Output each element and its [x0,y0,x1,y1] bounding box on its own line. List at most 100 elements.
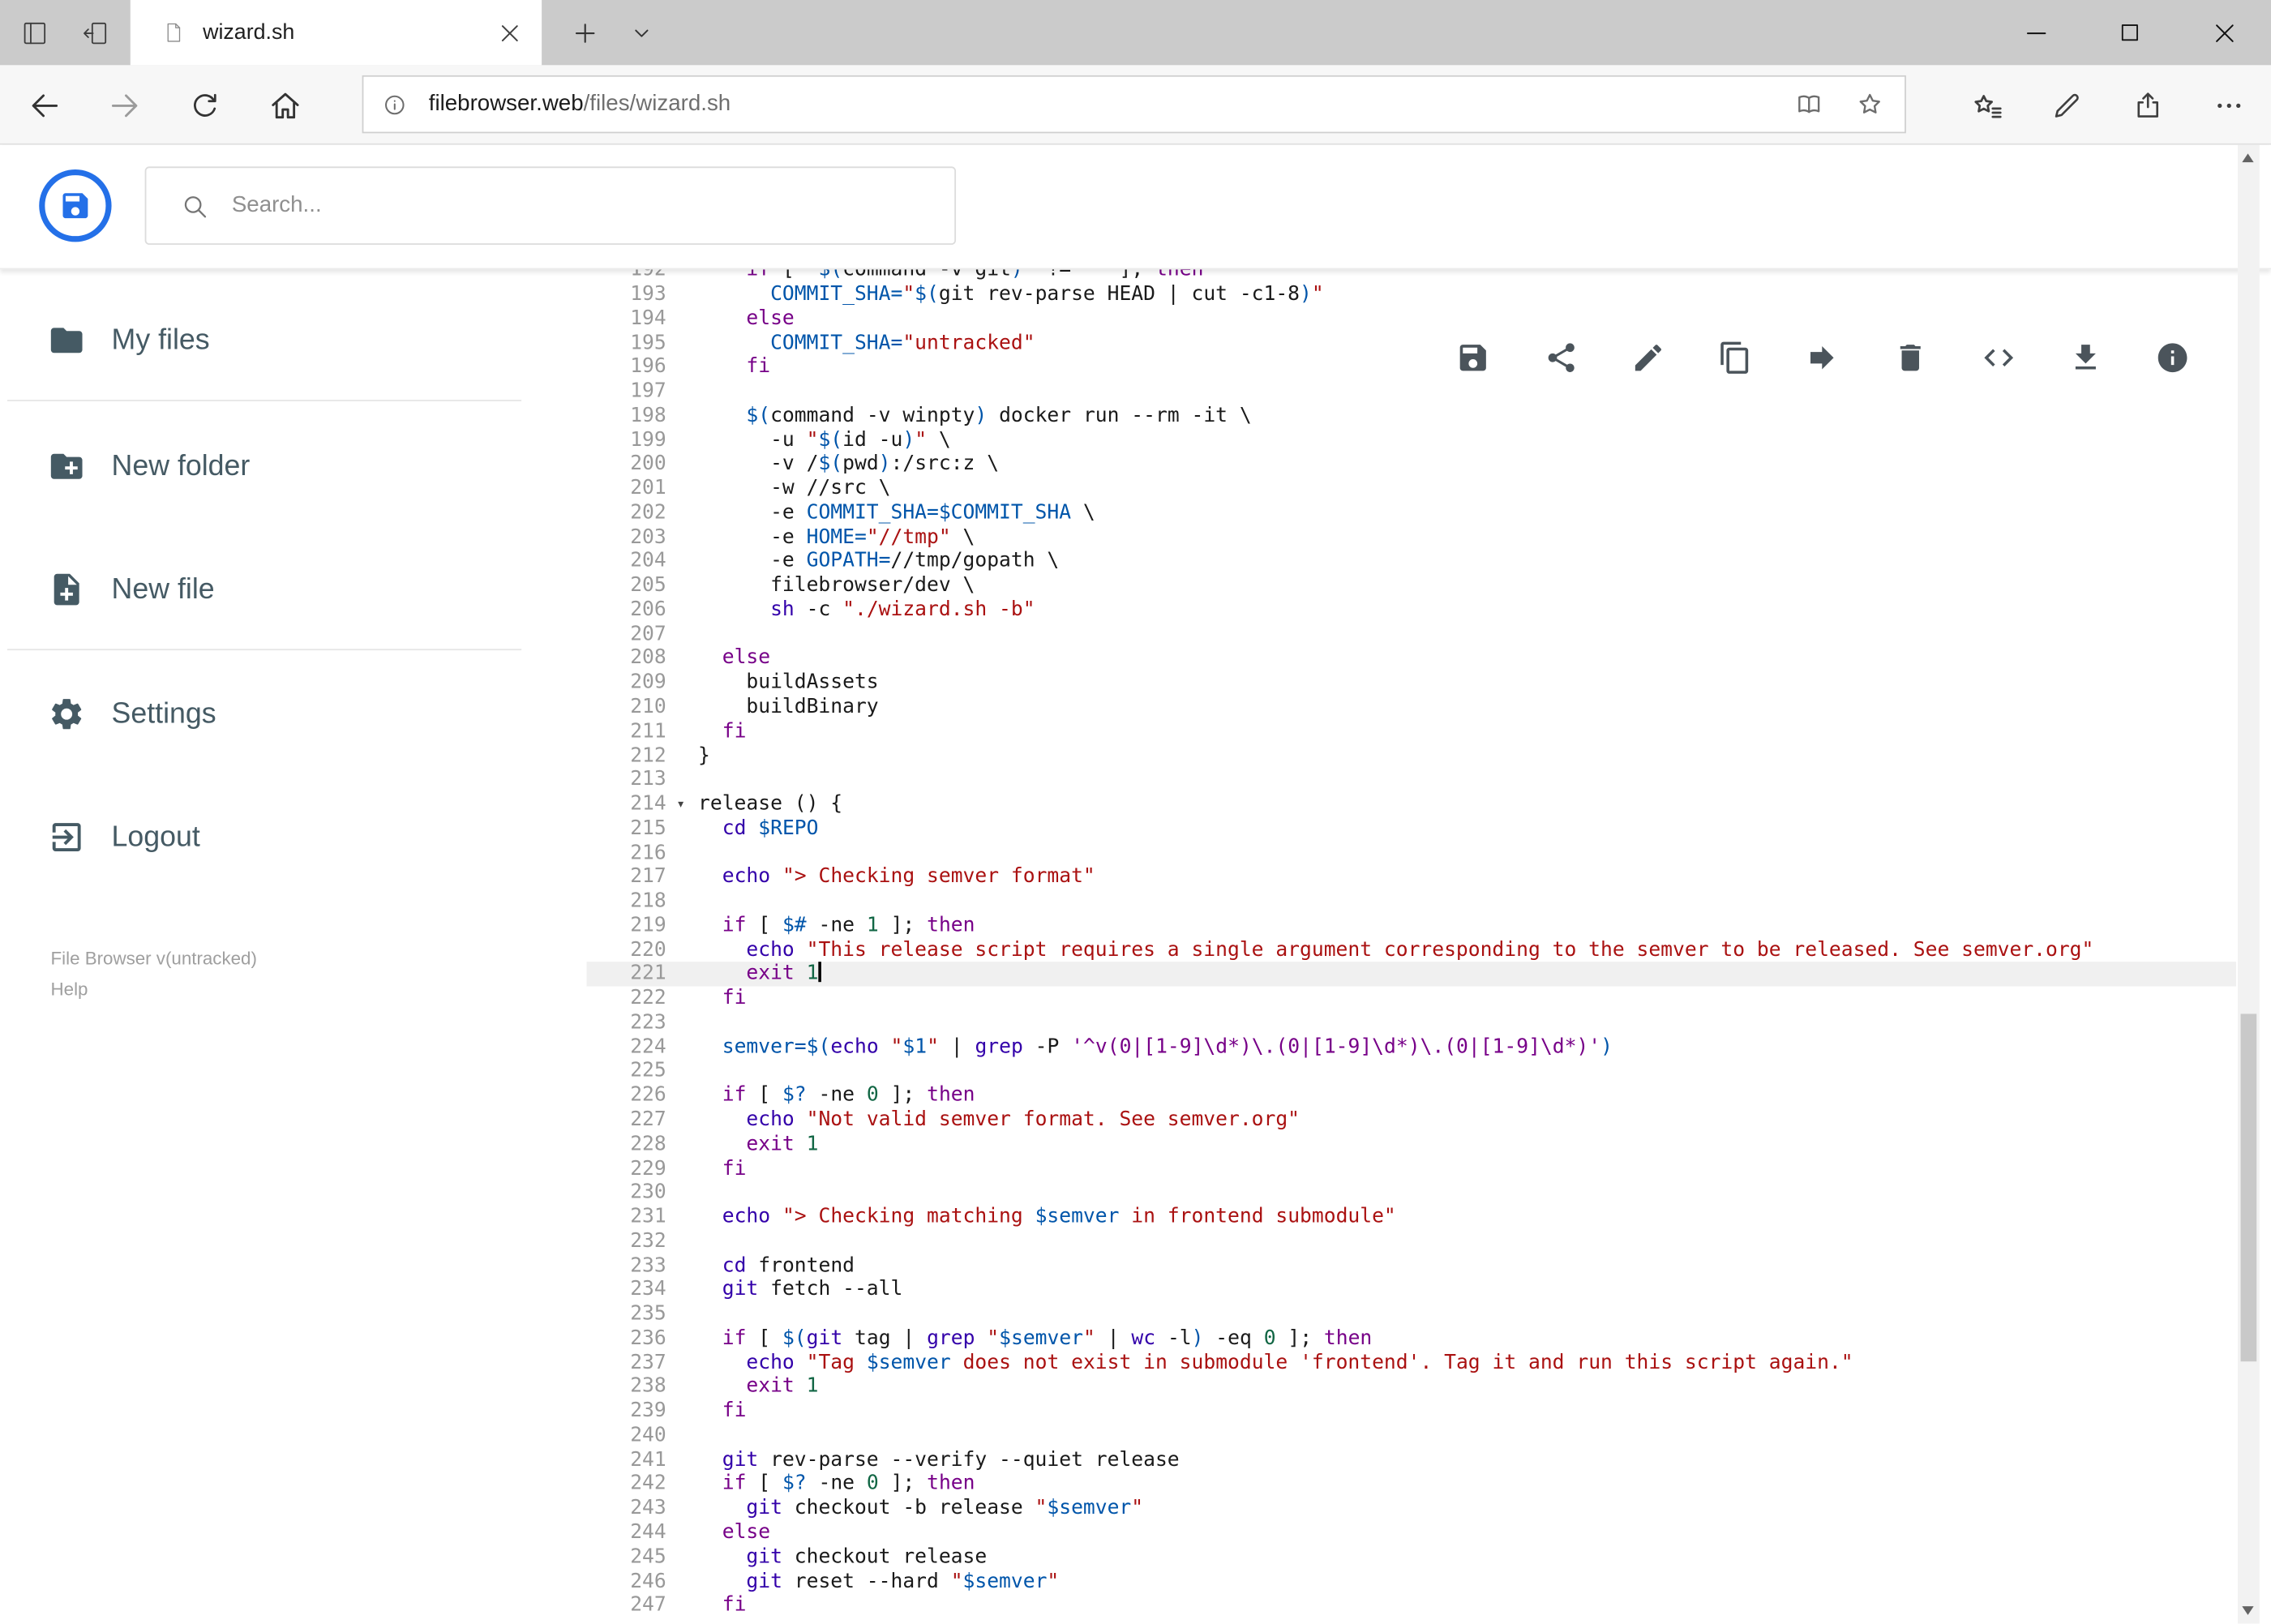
code-line[interactable]: 243 git checkout -b release "$semver" [586,1497,2236,1521]
address-bar[interactable]: filebrowser.web/files/wizard.sh [362,75,1906,134]
code-line[interactable]: 211 fi [586,719,2236,743]
home-button[interactable] [264,87,307,124]
code-text[interactable]: -e COMMIT_SHA=$COMMIT_SHA \ [681,501,2237,525]
code-line[interactable]: 215 cd $REPO [586,816,2236,841]
code-text[interactable]: if [ $? -ne 0 ]; then [681,1084,2237,1108]
code-line[interactable]: 224 semver=$(echo "$1" | grep -P '^v(0|[… [586,1035,2236,1060]
code-line[interactable]: 233 cd frontend [586,1253,2236,1278]
sidebar-item-new-folder[interactable]: New folder [0,440,586,492]
forward-button[interactable] [103,87,147,124]
code-text[interactable]: echo "This release script requires a sin… [681,938,2237,962]
code-line[interactable]: 231 echo "> Checking matching $semver in… [586,1205,2236,1229]
code-text[interactable] [681,1011,2237,1035]
code-line[interactable]: 247 fi [586,1594,2236,1618]
code-line[interactable]: 223 [586,1011,2236,1035]
share-button[interactable] [2127,87,2168,124]
sidebar-item-new-file[interactable]: New file [0,563,586,615]
raw-code-button[interactable] [1970,329,2028,387]
hub-favorites-button[interactable] [1967,87,2007,124]
code-text[interactable]: -w //src \ [681,477,2237,501]
page-scrollbar[interactable] [2237,144,2260,1624]
code-text[interactable]: else [681,1521,2237,1545]
code-text[interactable]: echo "Not valid semver format. See semve… [681,1108,2237,1133]
code-text[interactable]: -v /$(pwd):/src:z \ [681,452,2237,477]
search-box[interactable] [144,166,957,245]
code-line[interactable]: 218 [586,889,2236,914]
help-link[interactable]: Help [51,979,88,1000]
code-line[interactable]: 210 buildBinary [586,695,2236,719]
code-line[interactable]: 202 -e COMMIT_SHA=$COMMIT_SHA \ [586,501,2236,525]
code-line[interactable]: 203 -e HOME="//tmp" \ [586,525,2236,550]
share-file-button[interactable] [1532,329,1590,387]
code-text[interactable] [681,889,2237,914]
code-line[interactable]: 198 $(command -v winpty) docker run --rm… [586,404,2236,428]
set-tabs-aside-icon[interactable] [78,16,113,51]
code-text[interactable]: release () { [681,792,2237,816]
code-text[interactable]: -e HOME="//tmp" \ [681,525,2237,550]
reading-view-icon[interactable] [1794,90,1823,119]
code-text[interactable]: fi [681,1594,2237,1618]
code-line[interactable]: 230 [586,1181,2236,1205]
search-input[interactable] [229,191,955,221]
code-line[interactable]: 201 -w //src \ [586,477,2236,501]
code-line[interactable]: 209 buildAssets [586,671,2236,695]
code-line[interactable]: 238 exit 1 [586,1375,2236,1399]
code-text[interactable]: else [681,306,2237,331]
window-maximize-button[interactable] [2097,0,2162,65]
code-text[interactable]: else [681,647,2237,671]
web-note-button[interactable] [2046,87,2087,124]
code-line[interactable]: 208 else [586,647,2236,671]
code-text[interactable] [681,623,2237,647]
code-text[interactable]: fi [681,1156,2237,1181]
code-line[interactable]: 204 -e GOPATH=//tmp/gopath \ [586,550,2236,574]
code-line[interactable]: 225 [586,1060,2236,1084]
sidebar-item-settings[interactable]: Settings [0,688,586,740]
code-text[interactable] [681,1302,2237,1326]
code-line[interactable]: 237 echo "Tag $semver does not exist in … [586,1351,2236,1375]
code-line[interactable]: 239 fi [586,1399,2236,1424]
code-text[interactable]: -u "$(id -u)" \ [681,428,2237,452]
code-text[interactable]: git checkout -b release "$semver" [681,1497,2237,1521]
more-options-button[interactable] [2209,87,2249,124]
save-button[interactable] [1444,329,1502,387]
code-text[interactable]: semver=$(echo "$1" | grep -P '^v(0|[1-9]… [681,1035,2237,1060]
code-line[interactable]: 199 -u "$(id -u)" \ [586,428,2236,452]
code-line[interactable]: 244 else [586,1521,2236,1545]
code-line[interactable]: 192 if [ "$(command -v git)" != "" ]; th… [586,268,2236,282]
code-text[interactable]: sh -c "./wizard.sh -b" [681,598,2237,623]
code-text[interactable] [681,1060,2237,1084]
code-text[interactable]: echo "> Checking semver format" [681,865,2237,889]
code-text[interactable]: git rev-parse --verify --quiet release [681,1448,2237,1472]
code-text[interactable]: COMMIT_SHA="$(git rev-parse HEAD | cut -… [681,282,2237,306]
code-editor[interactable]: 192 if [ "$(command -v git)" != "" ]; th… [586,268,2237,1624]
code-line[interactable]: 228 exit 1 [586,1133,2236,1157]
code-line[interactable]: 241 git rev-parse --verify --quiet relea… [586,1448,2236,1472]
code-line[interactable]: 207 [586,623,2236,647]
window-minimize-button[interactable] [2003,0,2068,65]
code-text[interactable] [681,768,2237,792]
code-text[interactable]: if [ "$(command -v git)" != "" ]; then [681,268,2237,282]
code-line[interactable]: 217 echo "> Checking semver format" [586,865,2236,889]
code-text[interactable]: echo "> Checking matching $semver in fro… [681,1205,2237,1229]
filebrowser-logo-icon[interactable] [37,168,113,243]
code-line[interactable]: 240 [586,1424,2236,1448]
delete-button[interactable] [1882,329,1939,387]
tab-wizard-sh[interactable]: wizard.sh [130,0,542,66]
code-text[interactable] [681,1424,2237,1448]
code-line[interactable]: 234 git fetch --all [586,1278,2236,1302]
sidebar-item-logout[interactable]: Logout [0,811,586,863]
code-line[interactable]: 200 -v /$(pwd):/src:z \ [586,452,2236,477]
window-close-button[interactable] [2192,0,2256,65]
code-text[interactable]: if [ $# -ne 1 ]; then [681,914,2237,938]
code-text[interactable] [681,1229,2237,1253]
code-text[interactable]: git reset --hard "$semver" [681,1570,2237,1594]
code-text[interactable]: filebrowser/dev \ [681,574,2237,598]
code-text[interactable]: cd frontend [681,1253,2237,1278]
code-text[interactable]: exit 1 [681,1133,2237,1157]
scrollbar-down-arrow-icon[interactable] [2241,1606,2253,1616]
info-button[interactable] [2144,329,2201,387]
code-line[interactable]: 232 [586,1229,2236,1253]
code-text[interactable]: cd $REPO [681,816,2237,841]
code-text[interactable]: exit 1 [681,962,2237,987]
page-info-icon[interactable] [383,92,407,116]
